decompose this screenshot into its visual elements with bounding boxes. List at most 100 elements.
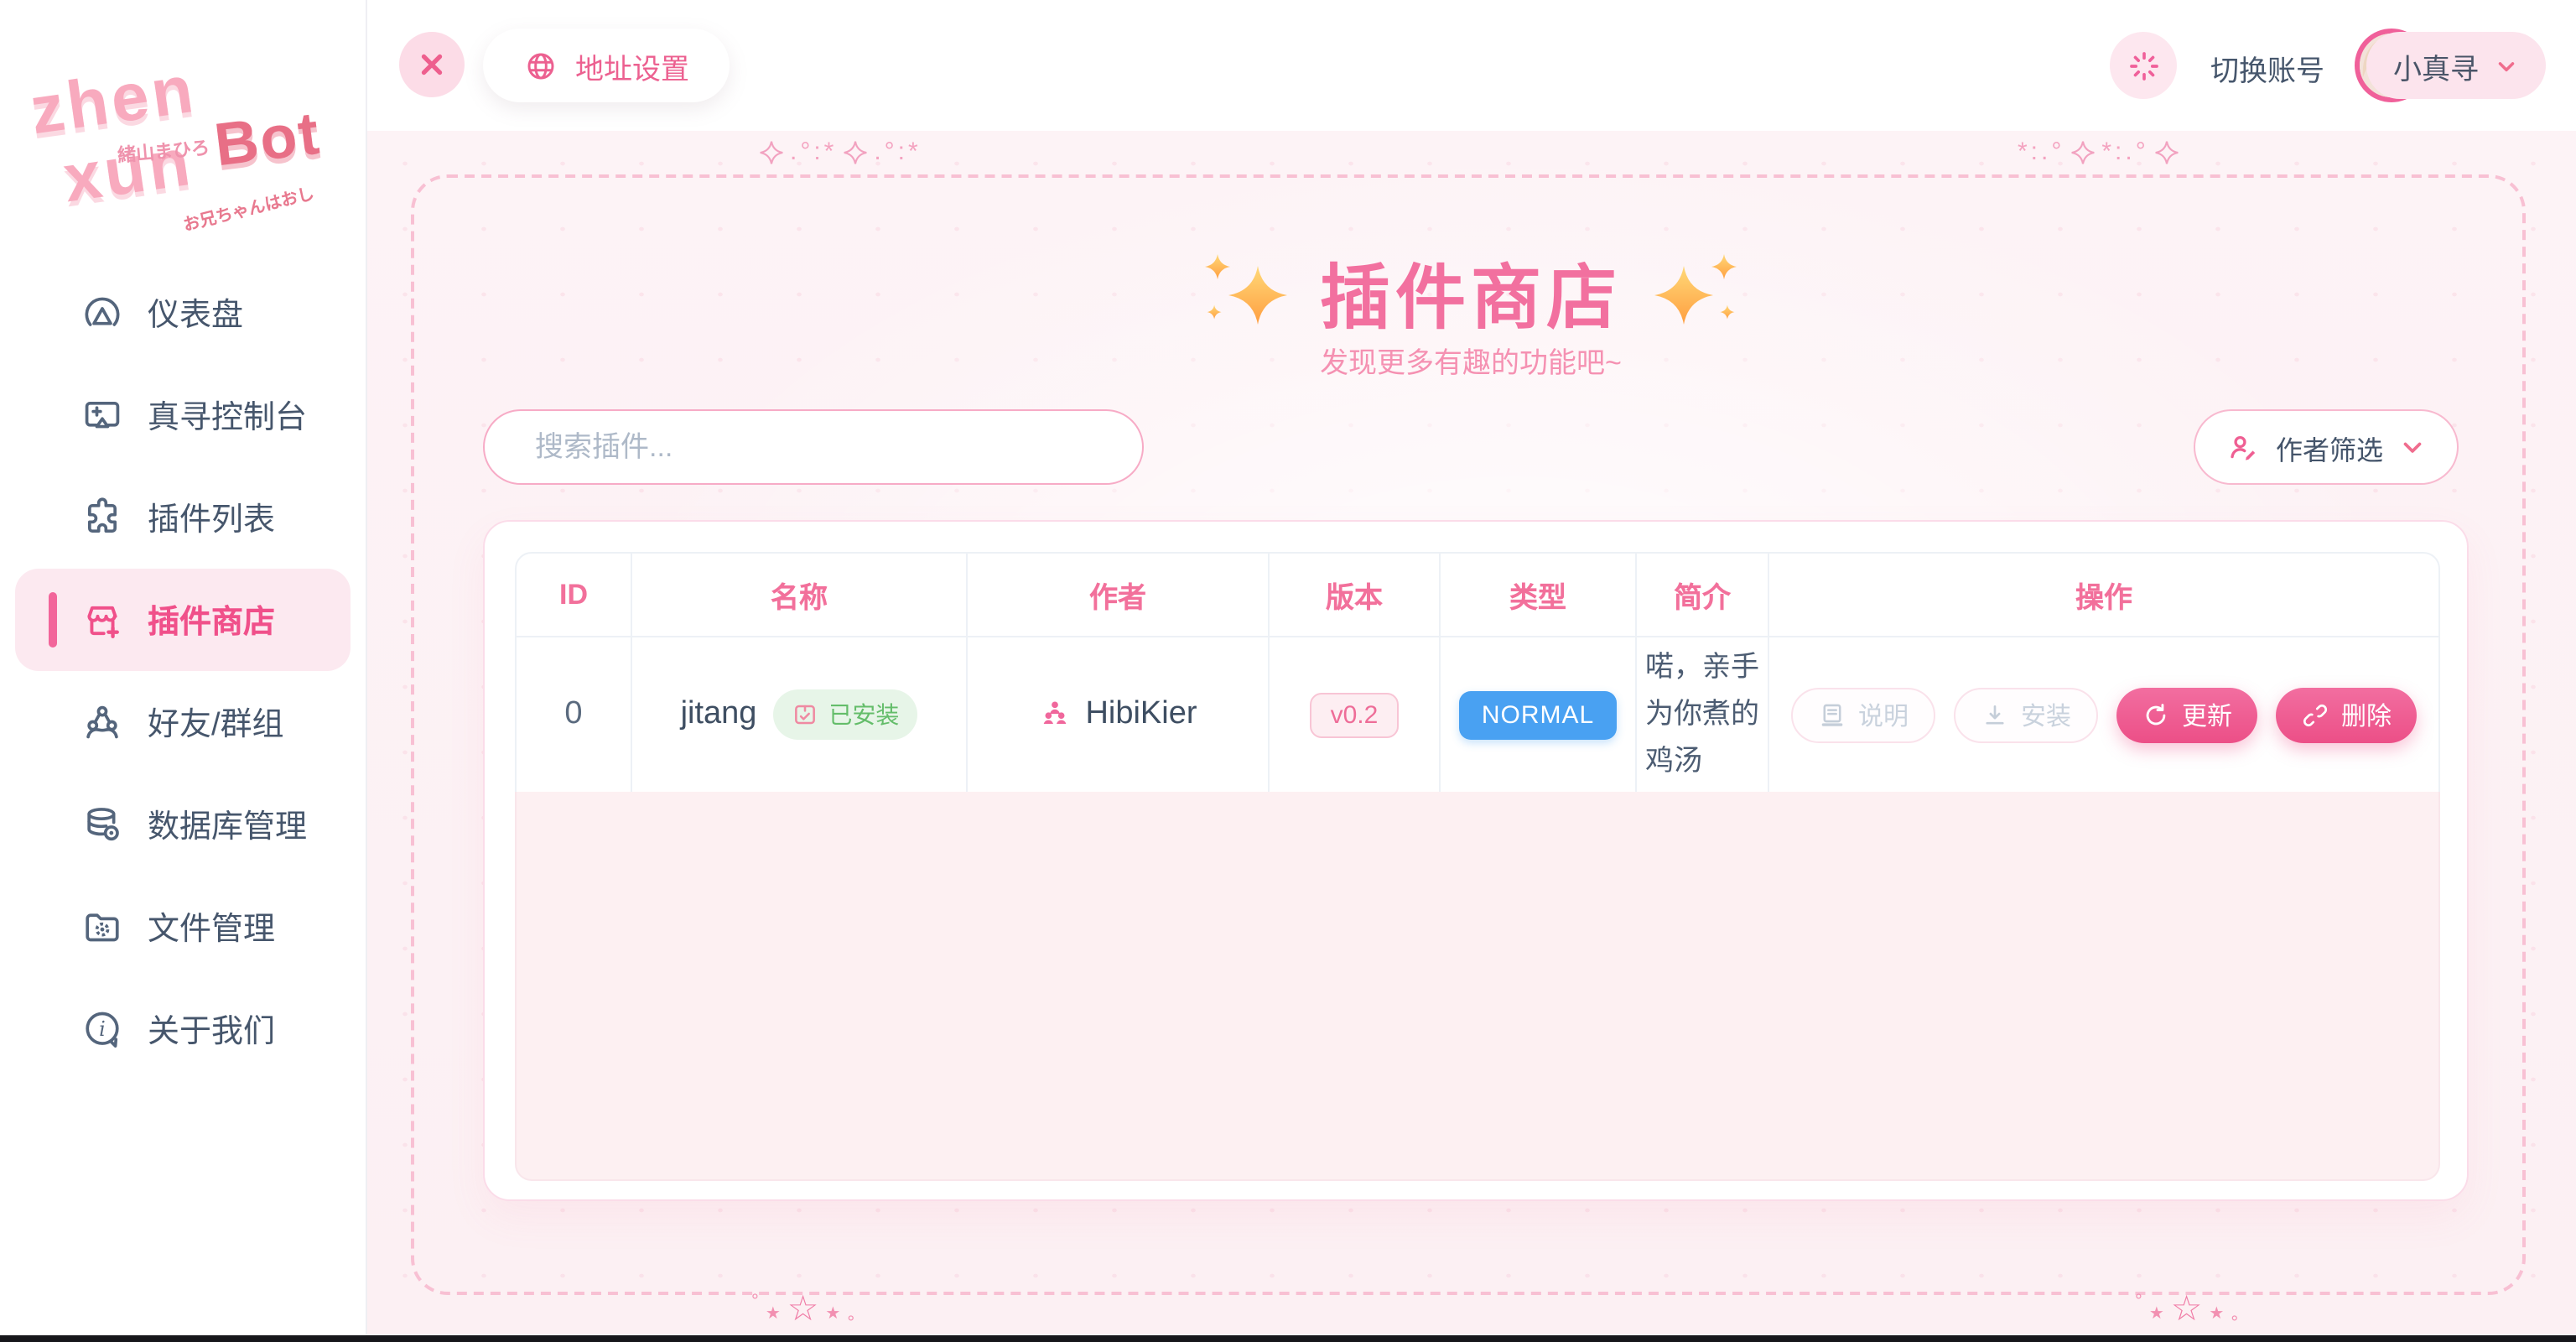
row-actions: 说明 安装 (1771, 687, 2437, 742)
address-settings-label: 地址设置 (575, 44, 689, 86)
close-icon (416, 49, 448, 81)
main-content: .°:* .°:* *:.° *:.° 插件商店 发现更多有趣的功能吧~ (366, 131, 2576, 1342)
update-button[interactable]: 更新 (2116, 687, 2257, 742)
sidebar-menu: 仪表盘 真寻控制台 插件列表 (0, 262, 366, 1080)
friends-icon (80, 700, 124, 744)
theme-toggle-button[interactable] (2110, 32, 2177, 99)
sidebar-item-label: 插件列表 (148, 495, 275, 540)
delete-label: 删除 (2341, 697, 2392, 732)
sidebar-item-about[interactable]: i 关于我们 (15, 978, 351, 1080)
console-icon (80, 393, 124, 437)
col-header-actions: 操作 (1769, 552, 2440, 637)
col-header-name: 名称 (632, 552, 968, 637)
sidebar-item-label: 仪表盘 (148, 290, 243, 336)
author-filter-dropdown[interactable]: 作者筛选 (2194, 409, 2459, 485)
installed-badge: 已安装 (773, 689, 917, 740)
chevron-down-icon (2494, 53, 2519, 78)
table-header-row: ID 名称 作者 版本 类型 简介 操作 (515, 552, 2440, 637)
table-empty-area (515, 792, 2440, 1181)
sidebar-item-label: 关于我们 (148, 1006, 275, 1052)
switch-account-link[interactable]: 切换账号 (2210, 47, 2324, 89)
download-icon (1981, 700, 2009, 729)
sidebar-item-label: 好友/群组 (148, 700, 284, 745)
logo-jp-caption: お兄ちゃんはおし (180, 179, 317, 236)
sidebar-item-label: 文件管理 (148, 904, 275, 949)
sidebar-item-plugin-list[interactable]: 插件列表 (15, 466, 351, 569)
database-icon (80, 803, 124, 846)
type-badge: NORMAL (1460, 690, 1616, 739)
readme-label: 说明 (1858, 697, 1909, 732)
author-people-icon (1038, 698, 1072, 731)
sidebar-item-label: 数据库管理 (148, 802, 307, 847)
table-row: 0 jitang 已安装 (515, 637, 2440, 792)
page-subtitle: 发现更多有趣的功能吧~ (366, 339, 2576, 381)
col-header-type: 类型 (1441, 552, 1637, 637)
update-label: 更新 (2182, 697, 2232, 732)
deco-text: *:.° (2101, 138, 2148, 166)
page-title: 插件商店 (1320, 242, 1622, 344)
sidebar-item-console[interactable]: 真寻控制台 (15, 364, 351, 466)
address-settings-button[interactable]: 地址设置 (483, 29, 730, 102)
col-header-version: 版本 (1270, 552, 1441, 637)
close-button[interactable] (399, 32, 465, 97)
svg-text:i: i (99, 1017, 106, 1040)
search-input[interactable] (483, 409, 1144, 485)
plugin-description: 喏，亲手为你煮的鸡汤 (1645, 644, 1759, 785)
sparkle-deco-top-right: *:.° *:.° (2018, 138, 2181, 166)
deco-text: *:.° (2018, 138, 2064, 166)
refresh-icon (2142, 700, 2170, 729)
sidebar-item-label: 真寻控制台 (148, 393, 307, 438)
sparkle-deco-top-left: .°:* .°:* (758, 138, 922, 166)
col-header-description: 简介 (1637, 552, 1769, 637)
info-bubble-icon: i (80, 1007, 124, 1051)
installed-badge-label: 已安装 (828, 698, 899, 731)
sparkle-outline-icon (2070, 138, 2096, 165)
deco-text: .°:* (874, 138, 921, 166)
author-pen-icon (2225, 429, 2261, 465)
account-menu-button[interactable]: 小真寻 (2366, 32, 2546, 99)
sparkle-burst-icon (2126, 48, 2161, 83)
install-button: 安装 (1954, 687, 2098, 742)
puzzle-icon (80, 496, 124, 539)
delete-button[interactable]: 删除 (2276, 687, 2417, 742)
chevron-down-icon (2398, 433, 2427, 461)
deco-text: .°:* (790, 138, 837, 166)
package-check-icon (792, 701, 818, 728)
document-icon (1818, 700, 1846, 729)
sidebar-item-friends-groups[interactable]: 好友/群组 (15, 671, 351, 773)
logo-word: Bot (210, 98, 324, 181)
sidebar: zhen xun Bot 緒山まひろ お兄ちゃんはおし 仪表盘 真寻控制台 (0, 0, 367, 1342)
app-logo: zhen xun Bot 緒山まひろ お兄ちゃんはおし (20, 60, 345, 228)
sidebar-item-file-manager[interactable]: 文件管理 (15, 876, 351, 978)
sparkle-outline-icon (2154, 138, 2181, 165)
plugin-author: HibiKier (1085, 696, 1197, 733)
taskbar-edge-strip (0, 1335, 2576, 1342)
readme-button: 说明 (1791, 687, 1935, 742)
author-filter-label: 作者筛选 (2276, 427, 2383, 467)
star-deco-bottom-left: ° ★ ☆ ★ ° (751, 1292, 854, 1334)
plugin-table: ID 名称 作者 版本 类型 简介 操作 0 (515, 552, 2437, 1181)
store-icon (80, 598, 124, 642)
star-deco-bottom-right: ° ★ ☆ ★ ° (2135, 1292, 2238, 1334)
sparkle-outline-icon (758, 138, 785, 165)
sparkle-outline-icon (842, 138, 869, 165)
sidebar-item-dashboard[interactable]: 仪表盘 (15, 262, 351, 364)
dashboard-icon (80, 291, 124, 335)
sparkle-icon (1202, 251, 1293, 335)
plugin-name: jitang (681, 696, 757, 733)
col-header-id: ID (515, 552, 632, 637)
globe-icon (523, 48, 558, 83)
sidebar-item-database[interactable]: 数据库管理 (15, 773, 351, 876)
col-header-author: 作者 (968, 552, 1270, 637)
install-label: 安装 (2021, 697, 2071, 732)
account-name: 小真寻 (2393, 44, 2479, 86)
app-window: zhen xun Bot 緒山まひろ お兄ちゃんはおし 仪表盘 真寻控制台 (0, 0, 2576, 1342)
plugin-id: 0 (564, 696, 582, 731)
plugin-table-card: ID 名称 作者 版本 类型 简介 操作 0 (483, 520, 2469, 1201)
folder-gear-icon (80, 905, 124, 949)
sidebar-item-label: 插件商店 (148, 597, 275, 642)
topbar: 地址设置 切换账号 小真寻 (366, 0, 2576, 131)
sidebar-item-plugin-store[interactable]: 插件商店 (15, 569, 351, 671)
page-title-row: 插件商店 (366, 242, 2576, 344)
sparkle-icon (1649, 251, 1739, 335)
